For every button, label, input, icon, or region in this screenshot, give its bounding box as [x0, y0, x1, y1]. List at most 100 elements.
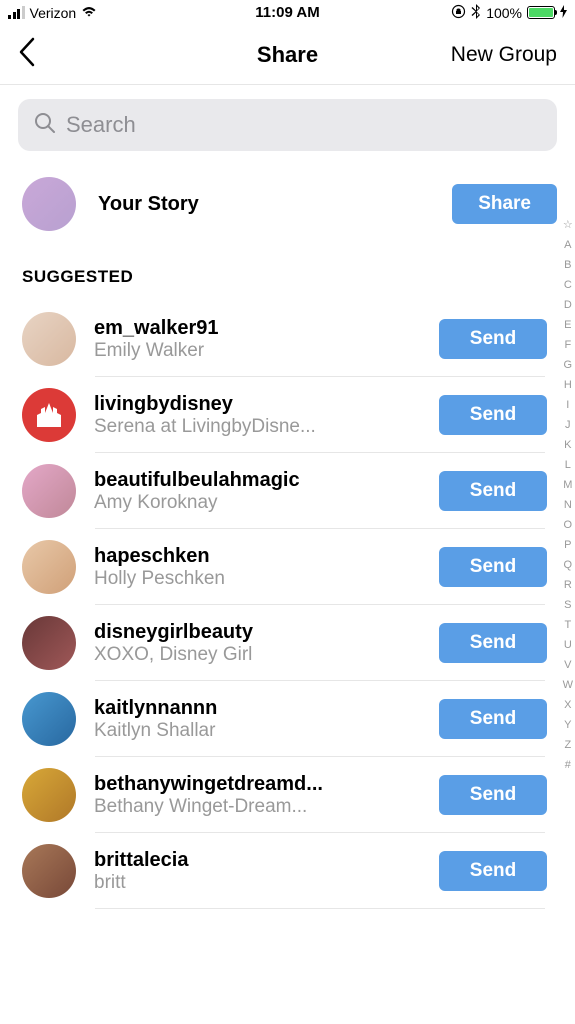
- alpha-index-item[interactable]: A: [564, 240, 571, 251]
- alpha-index-item[interactable]: G: [564, 360, 573, 371]
- alpha-index-item[interactable]: C: [564, 280, 572, 291]
- alpha-index-item[interactable]: R: [564, 580, 572, 591]
- contact-avatar[interactable]: [22, 540, 76, 594]
- status-left: Verizon: [8, 5, 97, 21]
- send-button[interactable]: Send: [439, 775, 547, 815]
- contact-info: brittalecia britt: [94, 849, 421, 894]
- alpha-index-item[interactable]: P: [564, 540, 571, 551]
- contact-avatar[interactable]: [22, 464, 76, 518]
- send-button[interactable]: Send: [439, 471, 547, 511]
- contact-username: bethanywingetdreamd...: [94, 773, 421, 796]
- send-button[interactable]: Send: [439, 547, 547, 587]
- wifi-icon: [81, 5, 97, 21]
- contact-info: bethanywingetdreamd... Bethany Winget-Dr…: [94, 773, 421, 818]
- alpha-index-item[interactable]: W: [563, 680, 573, 691]
- share-story-button[interactable]: Share: [452, 184, 557, 224]
- alpha-index-item[interactable]: J: [565, 420, 571, 431]
- alpha-index-item[interactable]: M: [563, 480, 572, 491]
- contact-fullname: Bethany Winget-Dream...: [94, 796, 421, 818]
- contact-item[interactable]: bethanywingetdreamd... Bethany Winget-Dr…: [0, 757, 565, 833]
- send-button[interactable]: Send: [439, 623, 547, 663]
- contact-info: em_walker91 Emily Walker: [94, 317, 421, 362]
- contact-item[interactable]: livingbydisney Serena at LivingbyDisne..…: [0, 377, 565, 453]
- alpha-index-item[interactable]: O: [564, 520, 573, 531]
- contact-list: em_walker91 Emily Walker Send livingbydi…: [0, 301, 575, 909]
- page-title: Share: [257, 42, 318, 68]
- contact-item[interactable]: disneygirlbeauty XOXO, Disney Girl Send: [0, 605, 565, 681]
- contact-username: hapeschken: [94, 545, 421, 568]
- alpha-index-item[interactable]: Q: [564, 560, 573, 571]
- send-button[interactable]: Send: [439, 851, 547, 891]
- contact-avatar[interactable]: [22, 388, 76, 442]
- contact-username: kaitlynnannn: [94, 697, 421, 720]
- status-bar: Verizon 11:09 AM 100%: [0, 0, 575, 25]
- status-time: 11:09 AM: [255, 4, 319, 21]
- back-button[interactable]: [18, 37, 38, 73]
- contact-fullname: XOXO, Disney Girl: [94, 644, 421, 666]
- contact-username: em_walker91: [94, 317, 421, 340]
- contact-username: beautifulbeulahmagic: [94, 469, 421, 492]
- contact-info: livingbydisney Serena at LivingbyDisne..…: [94, 393, 421, 438]
- signal-icon: [8, 7, 25, 19]
- bluetooth-icon: [471, 4, 481, 22]
- alpha-index-item[interactable]: #: [565, 760, 571, 771]
- contact-username: disneygirlbeauty: [94, 621, 421, 644]
- alpha-index-item[interactable]: Y: [564, 720, 571, 731]
- contact-avatar[interactable]: [22, 616, 76, 670]
- contact-item[interactable]: em_walker91 Emily Walker Send: [0, 301, 565, 377]
- search-container: [0, 85, 575, 165]
- alpha-index-item[interactable]: N: [564, 500, 572, 511]
- alpha-index-item[interactable]: V: [564, 660, 571, 671]
- alpha-index-item[interactable]: D: [564, 300, 572, 311]
- contact-fullname: Emily Walker: [94, 340, 421, 362]
- contact-fullname: Amy Koroknay: [94, 492, 421, 514]
- your-story-avatar[interactable]: [22, 177, 76, 231]
- alpha-index-item[interactable]: ☆: [563, 220, 573, 231]
- send-button[interactable]: Send: [439, 395, 547, 435]
- contact-item[interactable]: hapeschken Holly Peschken Send: [0, 529, 565, 605]
- contact-info: hapeschken Holly Peschken: [94, 545, 421, 590]
- contact-fullname: Holly Peschken: [94, 568, 421, 590]
- alpha-index-item[interactable]: K: [564, 440, 571, 451]
- search-bar[interactable]: [18, 99, 557, 151]
- orientation-lock-icon: [451, 4, 466, 22]
- charging-icon: [560, 5, 567, 21]
- contact-avatar[interactable]: [22, 844, 76, 898]
- nav-header: Share New Group: [0, 25, 575, 85]
- contact-avatar[interactable]: [22, 768, 76, 822]
- alpha-index-item[interactable]: H: [564, 380, 572, 391]
- send-button[interactable]: Send: [439, 319, 547, 359]
- battery-icon: [527, 6, 555, 19]
- contact-username: livingbydisney: [94, 393, 421, 416]
- alpha-index-item[interactable]: L: [565, 460, 571, 471]
- contact-avatar[interactable]: [22, 312, 76, 366]
- contact-info: disneygirlbeauty XOXO, Disney Girl: [94, 621, 421, 666]
- alpha-index-item[interactable]: Z: [564, 740, 571, 751]
- search-icon: [34, 112, 56, 139]
- search-input[interactable]: [66, 112, 541, 138]
- send-button[interactable]: Send: [439, 699, 547, 739]
- alpha-index-item[interactable]: U: [564, 640, 572, 651]
- alpha-index-item[interactable]: E: [564, 320, 571, 331]
- battery-percent: 100%: [486, 5, 522, 21]
- contact-fullname: Kaitlyn Shallar: [94, 720, 421, 742]
- alpha-index-item[interactable]: F: [564, 340, 571, 351]
- contact-fullname: Serena at LivingbyDisne...: [94, 416, 421, 438]
- alpha-index-item[interactable]: I: [566, 400, 569, 411]
- alpha-index-item[interactable]: S: [564, 600, 571, 611]
- contact-info: beautifulbeulahmagic Amy Koroknay: [94, 469, 421, 514]
- alpha-index-item[interactable]: B: [564, 260, 571, 271]
- carrier-label: Verizon: [30, 5, 77, 21]
- suggested-header: SUGGESTED: [0, 259, 575, 301]
- contact-info: kaitlynnannn Kaitlyn Shallar: [94, 697, 421, 742]
- contact-item[interactable]: brittalecia britt Send: [0, 833, 565, 909]
- new-group-button[interactable]: New Group: [451, 43, 557, 67]
- contact-avatar[interactable]: [22, 692, 76, 746]
- contact-username: brittalecia: [94, 849, 421, 872]
- contact-item[interactable]: kaitlynnannn Kaitlyn Shallar Send: [0, 681, 565, 757]
- alpha-index[interactable]: ☆ ABCDEFGHIJKLMNOPQRSTUVWXYZ #: [563, 220, 573, 771]
- contact-item[interactable]: beautifulbeulahmagic Amy Koroknay Send: [0, 453, 565, 529]
- alpha-index-item[interactable]: T: [564, 620, 571, 631]
- alpha-index-item[interactable]: X: [564, 700, 571, 711]
- contact-fullname: britt: [94, 872, 421, 894]
